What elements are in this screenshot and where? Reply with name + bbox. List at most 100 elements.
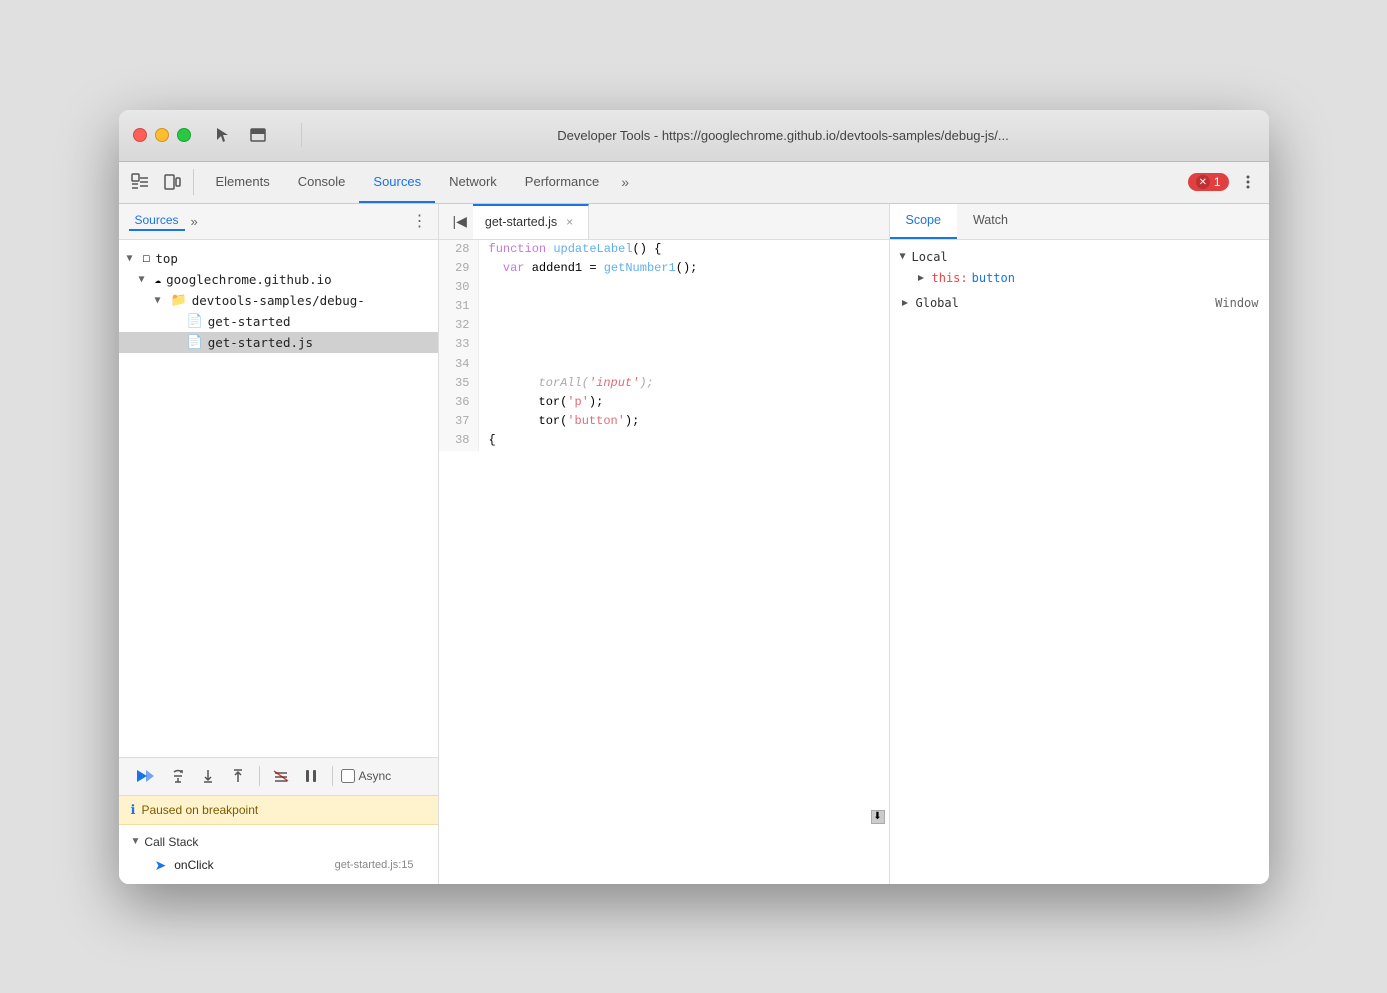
- close-button[interactable]: [133, 128, 147, 142]
- scope-this-value: button: [972, 271, 1015, 285]
- line-code-38: {: [479, 431, 506, 450]
- tree-item-folder[interactable]: ▼ 📁 devtools-samples/debug-: [119, 290, 438, 311]
- tree-item-domain[interactable]: ▼ ☁ googlechrome.github.io: [119, 269, 438, 290]
- line-number-28: 28: [439, 240, 479, 259]
- tab-list: Elements Console Sources Network Perform…: [202, 162, 1188, 203]
- cursor-tool-button[interactable]: [209, 122, 235, 148]
- devtools-window: Developer Tools - https://googlechrome.g…: [119, 110, 1269, 884]
- tab-performance[interactable]: Performance: [511, 162, 613, 203]
- call-stack-item-onclick[interactable]: ➤ onClick get-started.js:15: [131, 853, 426, 878]
- paused-info-icon: ℹ: [131, 802, 136, 818]
- maximize-button[interactable]: [177, 128, 191, 142]
- tab-network[interactable]: Network: [435, 162, 511, 203]
- domain-icon: ☁: [155, 273, 162, 286]
- sources-panel-tab[interactable]: Sources: [129, 211, 185, 231]
- code-content: 28 function updateLabel() { 29 var adden…: [439, 240, 889, 451]
- tree-label-html: get-started: [208, 314, 291, 329]
- open-file-tab[interactable]: get-started.js ×: [473, 204, 589, 239]
- scope-local-arrow: ▼: [900, 251, 906, 262]
- step-out-button[interactable]: [225, 765, 251, 787]
- dock-button[interactable]: [245, 122, 271, 148]
- navigate-files-button[interactable]: |◀: [447, 209, 473, 234]
- file-panel: Sources » ⋮ ▼ ☐ top ▼ ☁ googlechrome.git…: [119, 204, 439, 884]
- call-stack-label: Call Stack: [144, 835, 198, 849]
- code-panel: |◀ get-started.js × 28 function updateLa…: [439, 204, 889, 884]
- line-code-35: torAll('input');: [479, 374, 664, 393]
- call-stack-section: ▼ Call Stack ➤ onClick get-started.js:15: [119, 825, 438, 884]
- window-title: Developer Tools - https://googlechrome.g…: [312, 128, 1255, 143]
- expand-arrow-icon: [916, 273, 926, 283]
- error-count-badge[interactable]: ✕ 1: [1188, 173, 1229, 191]
- code-line-32: 32 ' + ' + addend2 +: [439, 316, 889, 335]
- code-line-33: 33: [439, 335, 889, 354]
- tree-item-js[interactable]: ▶ 📄 get-started.js: [119, 332, 438, 353]
- scope-watch-panel: Scope Watch ▼ Local this: button: [889, 204, 1269, 884]
- tree-label-js: get-started.js: [208, 335, 313, 350]
- step-into-button[interactable]: [195, 765, 221, 787]
- async-checkbox[interactable]: [341, 769, 355, 783]
- code-line-34: 34: [439, 355, 889, 374]
- code-line-36: 36 tor('p');: [439, 393, 889, 412]
- scope-item-this[interactable]: this: button: [890, 268, 1269, 288]
- line-code-28: function updateLabel() {: [479, 240, 672, 259]
- line-number-37: 37: [439, 412, 479, 431]
- scope-global-header[interactable]: Global Window: [890, 292, 1269, 314]
- device-mode-button[interactable]: [159, 169, 185, 195]
- tree-arrow-folder: ▼: [155, 295, 167, 306]
- scroll-indicator[interactable]: ⬇: [871, 810, 885, 824]
- panel-more-button[interactable]: »: [191, 214, 198, 229]
- js-file-icon: 📄: [187, 335, 203, 350]
- cs-function-name: onClick: [174, 858, 334, 872]
- step-over-button[interactable]: [165, 765, 191, 787]
- async-checkbox-label[interactable]: Async: [341, 769, 392, 783]
- scope-tab-bar: Scope Watch: [890, 204, 1269, 240]
- scope-local-header[interactable]: ▼ Local: [890, 246, 1269, 268]
- code-area[interactable]: 28 function updateLabel() { 29 var adden…: [439, 240, 889, 884]
- code-line-30: 30: [439, 278, 889, 297]
- error-x-icon: ✕: [1196, 175, 1210, 189]
- line-number-32: 32: [439, 316, 479, 335]
- async-label-text: Async: [359, 769, 392, 783]
- deactivate-breakpoints-button[interactable]: [268, 765, 294, 787]
- file-tree: ▼ ☐ top ▼ ☁ googlechrome.github.io ▼ 📁 d…: [119, 240, 438, 757]
- tree-item-html[interactable]: ▶ 📄 get-started: [119, 311, 438, 332]
- call-stack-header[interactable]: ▼ Call Stack: [131, 831, 426, 853]
- traffic-lights: [133, 128, 191, 142]
- open-file-name: get-started.js: [485, 215, 557, 229]
- file-panel-header: Sources » ⋮: [119, 204, 438, 240]
- line-number-34: 34: [439, 355, 479, 374]
- tree-item-top[interactable]: ▼ ☐ top: [119, 248, 438, 269]
- tab-console[interactable]: Console: [284, 162, 360, 203]
- line-code-29: var addend1 = getNumber1();: [479, 259, 708, 278]
- line-number-36: 36: [439, 393, 479, 412]
- tab-sources[interactable]: Sources: [359, 162, 435, 203]
- scope-content: ▼ Local this: button: [890, 240, 1269, 884]
- line-code-32: ' + ' + addend2 +: [479, 316, 889, 335]
- debug-toolbar: Async: [119, 758, 438, 796]
- tab-elements[interactable]: Elements: [202, 162, 284, 203]
- tree-label-folder: devtools-samples/debug-: [192, 293, 365, 308]
- line-code-36: tor('p');: [479, 393, 614, 412]
- devtools-main: Sources » ⋮ ▼ ☐ top ▼ ☁ googlechrome.git…: [119, 204, 1269, 884]
- html-file-icon: 📄: [187, 314, 203, 329]
- scope-global-arrow-icon: [900, 298, 910, 308]
- panel-options-button[interactable]: ⋮: [412, 211, 428, 231]
- watch-tab[interactable]: Watch: [957, 204, 1024, 239]
- tree-arrow-top: ▼: [127, 253, 139, 264]
- more-options-button[interactable]: [1235, 169, 1261, 195]
- close-file-tab-button[interactable]: ×: [563, 214, 576, 230]
- pause-on-exceptions-button[interactable]: [298, 765, 324, 787]
- code-line-28: 28 function updateLabel() {: [439, 240, 889, 259]
- scope-tab[interactable]: Scope: [890, 204, 957, 239]
- scope-section-local: ▼ Local this: button: [890, 246, 1269, 288]
- scope-section-global: Global Window: [890, 292, 1269, 314]
- devtools-tab-bar: Elements Console Sources Network Perform…: [119, 162, 1269, 204]
- frame-icon: ☐: [143, 251, 151, 266]
- line-number-33: 33: [439, 335, 479, 354]
- resume-button[interactable]: [129, 765, 161, 787]
- inspect-element-button[interactable]: [127, 169, 153, 195]
- scope-global-label: Global: [916, 296, 959, 310]
- tab-more-button[interactable]: »: [613, 174, 637, 190]
- tree-label-domain: googlechrome.github.io: [166, 272, 332, 287]
- minimize-button[interactable]: [155, 128, 169, 142]
